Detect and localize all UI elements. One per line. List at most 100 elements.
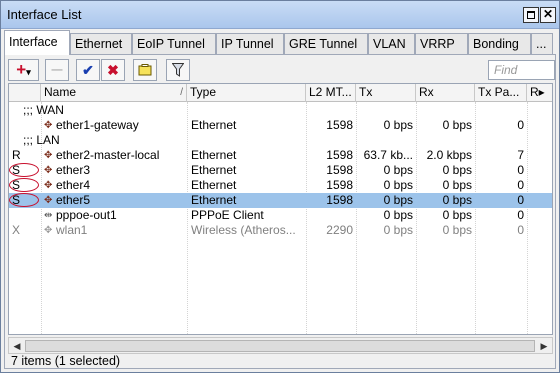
- tx-cell: 63.7 kb...: [363, 148, 413, 162]
- scroll-thumb[interactable]: [25, 340, 535, 352]
- rx-cell: 0 bps: [442, 223, 472, 237]
- sort-icon: /: [180, 87, 183, 98]
- group-row-lan[interactable]: ;;; LAN: [9, 133, 552, 148]
- interface-name: ether5: [56, 193, 91, 207]
- tab-vrrp[interactable]: VRRP: [415, 33, 468, 54]
- toolbar: +▾ — ✔ ✖: [8, 59, 555, 83]
- tab-eoip-tunnel[interactable]: EoIP Tunnel: [132, 33, 216, 54]
- check-icon: ✔: [82, 62, 94, 78]
- annotation-ring: [9, 163, 39, 177]
- tab-interface[interactable]: Interface: [4, 30, 70, 55]
- remove-button[interactable]: —: [45, 59, 69, 81]
- type-cell: Ethernet: [191, 193, 237, 207]
- tab-more[interactable]: ...: [531, 33, 553, 54]
- table-row[interactable]: S ✥ ether4 Ethernet 1598 0 bps 0 bps 0: [9, 178, 552, 193]
- find-input[interactable]: [488, 60, 555, 80]
- rx-cell: 2.0 kbps: [426, 148, 472, 162]
- table-row-selected[interactable]: S ✥ ether5 Ethernet 1598 0 bps 0 bps 0: [9, 193, 552, 208]
- column-header-tx-packets[interactable]: Tx Pa...: [475, 84, 527, 102]
- type-cell: Ethernet: [191, 148, 237, 162]
- group-label: ;;; LAN: [23, 133, 60, 147]
- tx-cell: 0 bps: [383, 163, 413, 177]
- annotation-ring: [9, 178, 39, 192]
- minus-icon: —: [51, 64, 63, 76]
- tab-gre-tunnel[interactable]: GRE Tunnel: [284, 33, 368, 54]
- column-header-type[interactable]: Type: [187, 84, 306, 102]
- table-row[interactable]: R ✥ ether2-master-local Ethernet 1598 63.…: [9, 148, 552, 163]
- annotation-ring: [9, 193, 39, 207]
- add-button[interactable]: +▾: [8, 59, 39, 81]
- disable-button[interactable]: ✖: [101, 59, 125, 81]
- table-header: Name / Type L2 MT... Tx Rx Tx Pa... R▸: [9, 84, 552, 102]
- name-cell: ✥ ether3: [44, 163, 186, 178]
- pppoe-icon: ⇹: [44, 210, 53, 221]
- interface-panel: +▾ — ✔ ✖ Find Name / Type L2 MT... Tx Rx…: [4, 54, 556, 369]
- mtu-cell: [306, 208, 356, 223]
- interface-name: ether4: [56, 178, 91, 192]
- type-cell: Wireless (Atheros...: [191, 223, 296, 237]
- interface-list-window: Interface List ✕ Interface Ethernet EoIP…: [0, 0, 560, 373]
- tab-ip-tunnel[interactable]: IP Tunnel: [216, 33, 284, 54]
- table-row[interactable]: ✥ ether1-gateway Ethernet 1598 0 bps 0 bp…: [9, 118, 552, 133]
- tab-ethernet[interactable]: Ethernet: [70, 33, 132, 54]
- close-icon: ✕: [542, 7, 554, 21]
- x-icon: ✖: [107, 62, 119, 78]
- mtu-cell: 2290: [326, 223, 353, 237]
- column-header-rx[interactable]: Rx: [416, 84, 475, 102]
- table-row-disabled[interactable]: X ✥ wlan1 Wireless (Atheros... 2290 0 bps…: [9, 223, 552, 238]
- mtu-cell: 1598: [326, 163, 353, 177]
- rx-cell: 0 bps: [442, 118, 472, 132]
- tab-vlan[interactable]: VLAN: [368, 33, 415, 54]
- ethernet-icon: ✥: [44, 165, 53, 176]
- column-header-name-label: Name: [44, 85, 77, 99]
- table-row[interactable]: S ✥ ether3 Ethernet 1598 0 bps 0 bps 0: [9, 163, 552, 178]
- filter-button[interactable]: [166, 59, 190, 81]
- group-label: ;;; WAN: [23, 103, 64, 117]
- mtu-cell: 1598: [326, 193, 353, 207]
- interface-name: ether1-gateway: [56, 118, 139, 132]
- name-cell: ✥ ether2-master-local: [44, 148, 186, 163]
- restore-button[interactable]: [523, 7, 539, 23]
- restore-icon: [527, 11, 535, 19]
- tx-cell: 0 bps: [383, 223, 413, 237]
- comment-button[interactable]: [133, 59, 157, 81]
- mtu-cell: 1598: [326, 118, 353, 132]
- horizontal-scrollbar[interactable]: ◀ ▶: [8, 337, 553, 354]
- column-header-rx-packets[interactable]: R▸: [527, 84, 552, 102]
- table-row[interactable]: ⇹ pppoe-out1 PPPoE Client 0 bps 0 bps 0: [9, 208, 552, 223]
- close-button[interactable]: ✕: [540, 7, 556, 23]
- mtu-cell: 1598: [326, 148, 353, 162]
- flag-cell: [12, 208, 40, 223]
- rx-cell: 0 bps: [442, 178, 472, 192]
- scroll-right-arrow-icon[interactable]: ▶: [537, 339, 551, 353]
- tx-cell: 0 bps: [383, 193, 413, 207]
- column-header-l2-mtu[interactable]: L2 MT...: [306, 84, 356, 102]
- rx-cell: 0 bps: [442, 163, 472, 177]
- scroll-left-arrow-icon[interactable]: ◀: [10, 339, 24, 353]
- column-header-flags[interactable]: [9, 84, 41, 102]
- tab-bonding[interactable]: Bonding: [468, 33, 531, 54]
- tx-packets-cell: 0: [517, 163, 524, 177]
- tx-packets-cell: 7: [517, 148, 524, 162]
- column-header-tx[interactable]: Tx: [356, 84, 416, 102]
- interface-name: pppoe-out1: [56, 208, 117, 222]
- plus-icon: +: [16, 60, 27, 79]
- status-bar: 7 items (1 selected): [11, 354, 121, 368]
- column-header-name[interactable]: Name /: [41, 84, 187, 102]
- interface-name: ether3: [56, 163, 91, 177]
- interface-name: ether2-master-local: [56, 148, 160, 162]
- flag-cell: [12, 118, 40, 133]
- tx-packets-cell: 0: [517, 178, 524, 192]
- name-cell: ✥ ether5: [44, 193, 186, 208]
- group-row-wan[interactable]: ;;; WAN: [9, 103, 552, 118]
- ethernet-icon: ✥: [44, 150, 53, 161]
- enable-button[interactable]: ✔: [76, 59, 100, 81]
- wireless-icon: ✥: [44, 225, 53, 236]
- flag-cell: X: [12, 223, 21, 237]
- title-bar[interactable]: Interface List ✕: [1, 1, 559, 29]
- tx-cell: 0 bps: [383, 178, 413, 192]
- rx-cell: 0 bps: [442, 208, 472, 222]
- type-cell: Ethernet: [191, 163, 237, 177]
- flag-cell: R: [12, 148, 21, 162]
- interface-table: Name / Type L2 MT... Tx Rx Tx Pa... R▸ ;…: [8, 83, 553, 335]
